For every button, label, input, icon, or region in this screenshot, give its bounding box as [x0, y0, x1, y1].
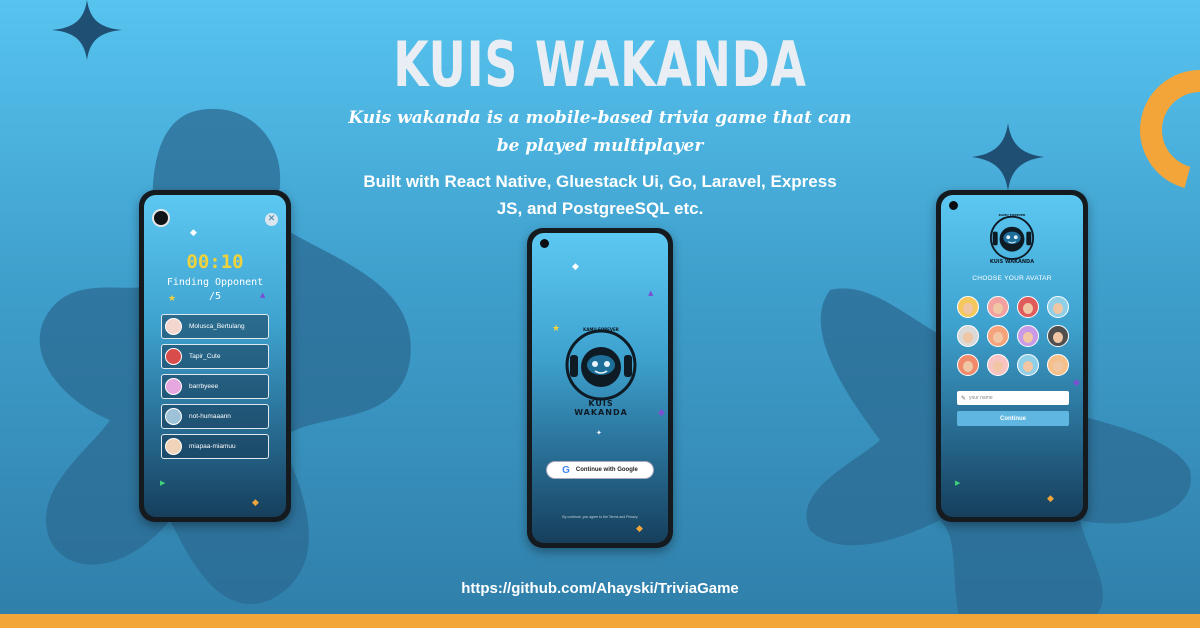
logo-top-text: KAMU FOREVER [998, 213, 1026, 217]
player-name: not-humaaann [189, 413, 231, 420]
camera-dot [949, 201, 958, 210]
avatar-option[interactable] [957, 296, 979, 318]
player-name: Tapir_Cute [189, 353, 221, 360]
name-input[interactable] [969, 392, 1060, 404]
avatar-option[interactable] [1017, 296, 1039, 318]
terms-text: By continue, you agree to the Terms and … [562, 515, 638, 519]
list-item: Molusca_Bertulang [161, 314, 269, 339]
avatar-option[interactable] [957, 354, 979, 376]
diamond-icon: ◆ [190, 228, 197, 238]
avatar-option[interactable] [1047, 325, 1069, 347]
logo-bottom-text: KUIS WAKANDA [989, 259, 1035, 265]
diamond-icon: ◆ [658, 408, 665, 418]
avatar-face [1023, 332, 1033, 343]
avatar [165, 378, 182, 395]
tech-stack-text: Built with React Native, Gluestack Ui, G… [363, 172, 837, 218]
avatar-face [963, 361, 973, 372]
google-signin-button[interactable]: G Continue with Google [546, 461, 654, 479]
google-signin-label: Continue with Google [575, 467, 638, 473]
countdown-timer: 00:10 [186, 251, 244, 273]
list-item: not-humaaann [161, 404, 269, 429]
star-icon: ★ [168, 294, 177, 304]
avatar-face [1053, 303, 1063, 314]
page-subtitle: Kuis wakanda is a mobile-based trivia ga… [348, 108, 852, 156]
list-item: miapaa-miamuu [161, 434, 269, 459]
avatar-select-screen: KAMU FOREVER KUIS WAKANDA CHOOSE YOUR AV… [941, 195, 1083, 517]
avatar-face [963, 332, 973, 343]
avatar-face [993, 303, 1003, 314]
avatar-face [1023, 361, 1033, 372]
play-icon: ▶ [955, 479, 961, 487]
avatar-option[interactable] [987, 296, 1009, 318]
phone-matchmaking: ✕ ◆ 00:10 Finding Opponent /5 ★ ▲ Molusc… [139, 190, 291, 522]
avatar [165, 318, 182, 335]
triangle-icon: ▲ [260, 291, 266, 299]
play-icon: ▶ [160, 479, 166, 487]
avatar [165, 408, 182, 425]
avatar-option[interactable] [1017, 325, 1039, 347]
avatar-option[interactable] [1047, 296, 1069, 318]
matchmaking-screen: ✕ ◆ 00:10 Finding Opponent /5 ★ ▲ Molusc… [144, 195, 286, 517]
player-name: Molusca_Bertulang [189, 323, 245, 330]
logo-bottom-text: KUIS WAKANDA [574, 399, 628, 417]
avatar-face [1023, 303, 1033, 314]
square-icon: ◆ [252, 498, 259, 508]
camera-dot [540, 239, 549, 248]
matchmaking-status: Finding Opponent [166, 277, 264, 288]
phone-avatar-select: KAMU FOREVER KUIS WAKANDA CHOOSE YOUR AV… [936, 190, 1088, 522]
avatar-option[interactable] [957, 325, 979, 347]
app-logo: KAMU FOREVER KUIS WAKANDA [987, 213, 1037, 269]
triangle-icon: ▲ [648, 289, 654, 297]
avatar-option[interactable] [987, 354, 1009, 376]
square-icon: ◆ [1047, 494, 1054, 504]
avatar-face [1053, 361, 1063, 372]
player-name: miapaa-miamuu [189, 443, 236, 450]
list-item: barrbyeee [161, 374, 269, 399]
avatar [165, 438, 182, 455]
avatar-face [963, 303, 973, 314]
google-icon: G [562, 464, 570, 476]
avatar-face [1053, 332, 1063, 343]
choose-avatar-heading: CHOOSE YOUR AVATAR [972, 275, 1052, 282]
avatar-grid [957, 296, 1069, 376]
app-logo: KAMU FOREVER KUIS WAKANDA [562, 325, 640, 417]
avatar-face [993, 332, 1003, 343]
star-icon: ★ [552, 324, 561, 334]
edit-icon: ✎ [961, 394, 967, 402]
continue-button[interactable]: Continue [957, 411, 1069, 426]
opponent-list: Molusca_Bertulang Tapir_Cute barrbyeee n… [161, 314, 269, 464]
phone-login: ◆ ▲ ★ KAMU FOREVER KUIS WAKANDA ◆ ✦ G Co… [527, 228, 673, 548]
list-item: Tapir_Cute [161, 344, 269, 369]
square-icon: ◆ [636, 524, 643, 534]
diamond-icon: ◆ [1073, 378, 1080, 388]
user-avatar[interactable] [152, 209, 170, 227]
sparkle-icon-right [972, 123, 1044, 191]
avatar-option[interactable] [1047, 354, 1069, 376]
player-name: barrbyeee [189, 383, 219, 390]
name-field[interactable]: ✎ [957, 391, 1069, 405]
avatar-option[interactable] [1017, 354, 1039, 376]
avatar [165, 348, 182, 365]
diamond-icon: ◆ [572, 262, 579, 272]
bottom-accent-bar [0, 614, 1200, 628]
sparkle-small-icon: ✦ [596, 429, 602, 437]
avatar-face [993, 361, 1003, 372]
github-repo-link[interactable]: https://github.com/Ahayski/TriviaGame [0, 580, 1200, 597]
avatar-option[interactable] [987, 325, 1009, 347]
logo-top-text: KAMU FOREVER [583, 327, 619, 332]
page-title: KUIS WAKANDA [393, 28, 807, 101]
close-icon[interactable]: ✕ [265, 213, 278, 226]
corner-arc-decoration [1118, 48, 1200, 212]
login-screen: ◆ ▲ ★ KAMU FOREVER KUIS WAKANDA ◆ ✦ G Co… [532, 233, 668, 543]
